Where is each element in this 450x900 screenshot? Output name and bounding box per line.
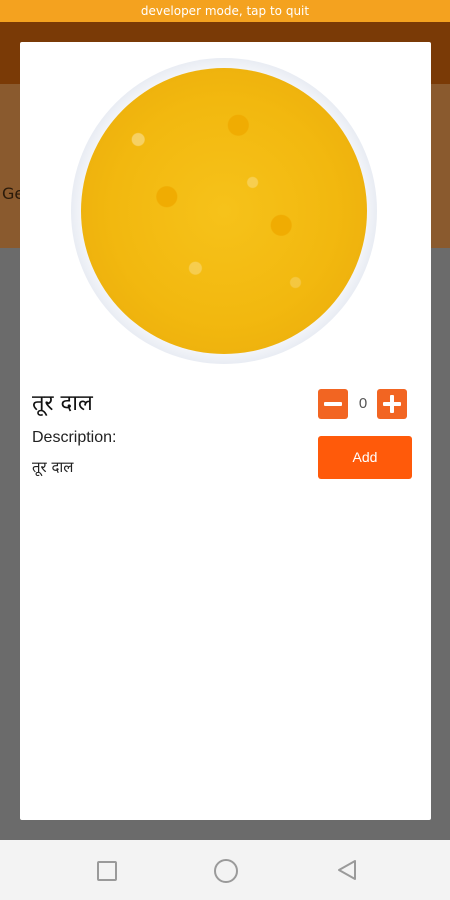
product-name: तूर दाल: [32, 391, 93, 416]
system-navigation-bar: [0, 840, 450, 900]
lentils-bowl-image: [81, 68, 367, 354]
description-value: तूर दाल: [32, 458, 74, 476]
quantity-value: 0: [358, 395, 368, 412]
add-button[interactable]: Add: [318, 436, 412, 479]
decrease-quantity-button[interactable]: [318, 389, 348, 419]
plus-icon: [390, 395, 394, 413]
increase-quantity-button[interactable]: [377, 389, 407, 419]
product-dialog: तूर दाल Description: तूर दाल 0 Add: [20, 42, 431, 820]
developer-mode-banner[interactable]: developer mode, tap to quit: [0, 0, 450, 22]
description-label: Description:: [32, 429, 117, 446]
recents-square-icon[interactable]: [97, 861, 117, 881]
home-circle-icon[interactable]: [214, 859, 238, 883]
product-image: [71, 58, 377, 364]
back-triangle-icon[interactable]: [336, 859, 358, 881]
minus-icon: [324, 402, 342, 406]
